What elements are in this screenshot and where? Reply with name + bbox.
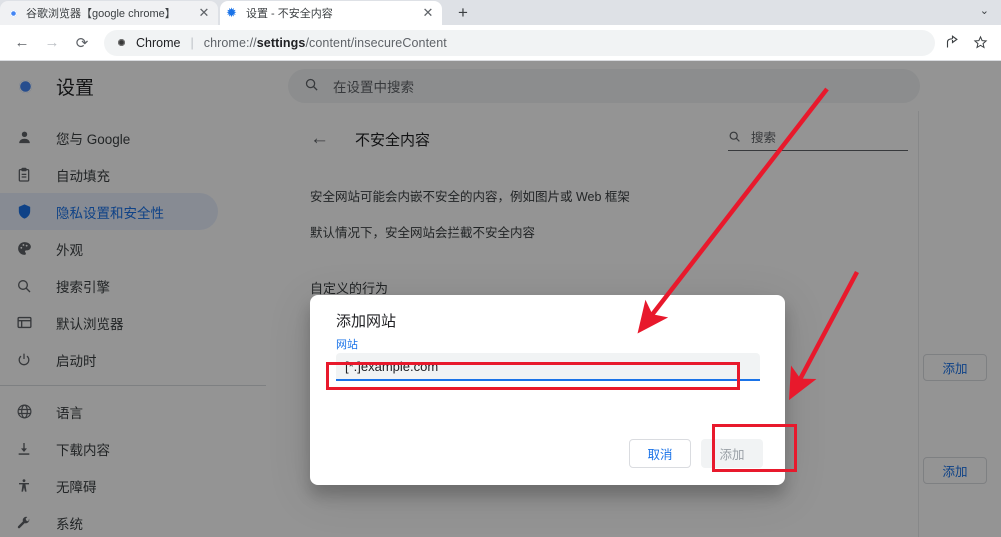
address-bar[interactable]: Chrome | chrome://settings/content/insec… [104, 29, 935, 56]
chrome-logo-icon [114, 35, 129, 50]
site-input[interactable]: [*.]example.com [336, 353, 760, 381]
browser-tab-1[interactable]: ✹ 设置 - 不安全内容 ✕ [220, 1, 442, 25]
tab-title: 设置 - 不安全内容 [246, 8, 333, 20]
dialog-actions: 取消 添加 [629, 439, 763, 468]
star-icon[interactable] [967, 30, 993, 56]
forward-button[interactable]: → [38, 29, 66, 57]
omnibox-separator: | [190, 35, 194, 50]
tab-title: 谷歌浏览器【google chrome】 [26, 8, 176, 20]
reload-button[interactable]: ⟳ [68, 29, 96, 57]
browser-window: 谷歌浏览器【google chrome】 ✕ ✹ 设置 - 不安全内容 ✕ + … [0, 0, 1001, 537]
share-icon[interactable] [939, 30, 965, 56]
chevron-down-icon[interactable]: ⌄ [980, 4, 989, 17]
dialog-field-label: 网站 [336, 339, 358, 351]
new-tab-button[interactable]: + [450, 2, 476, 24]
tab-close-icon[interactable]: ✕ [196, 5, 212, 21]
back-button[interactable]: ← [8, 29, 36, 57]
cancel-button[interactable]: 取消 [629, 439, 691, 468]
url-suffix: /content/insecureContent [305, 35, 447, 50]
url-bold: settings [256, 35, 306, 50]
gear-icon: ✹ [226, 5, 237, 20]
url-prefix: chrome:// [203, 35, 257, 50]
add-button[interactable]: 添加 [701, 439, 763, 468]
omnibox-url: chrome://settings/content/insecureConten… [204, 36, 447, 50]
browser-tab-0[interactable]: 谷歌浏览器【google chrome】 ✕ [0, 1, 218, 25]
tab-strip: 谷歌浏览器【google chrome】 ✕ ✹ 设置 - 不安全内容 ✕ + … [0, 0, 1001, 25]
omnibox-site-label: Chrome [136, 35, 181, 50]
tab-close-icon[interactable]: ✕ [420, 5, 436, 21]
add-site-dialog: 添加网站 网站 [*.]example.com 取消 添加 [310, 295, 785, 485]
dialog-title: 添加网站 [336, 313, 397, 330]
chrome-logo-icon [6, 6, 20, 20]
browser-toolbar: ← → ⟳ Chrome | chrome://settings/content… [0, 25, 1001, 61]
